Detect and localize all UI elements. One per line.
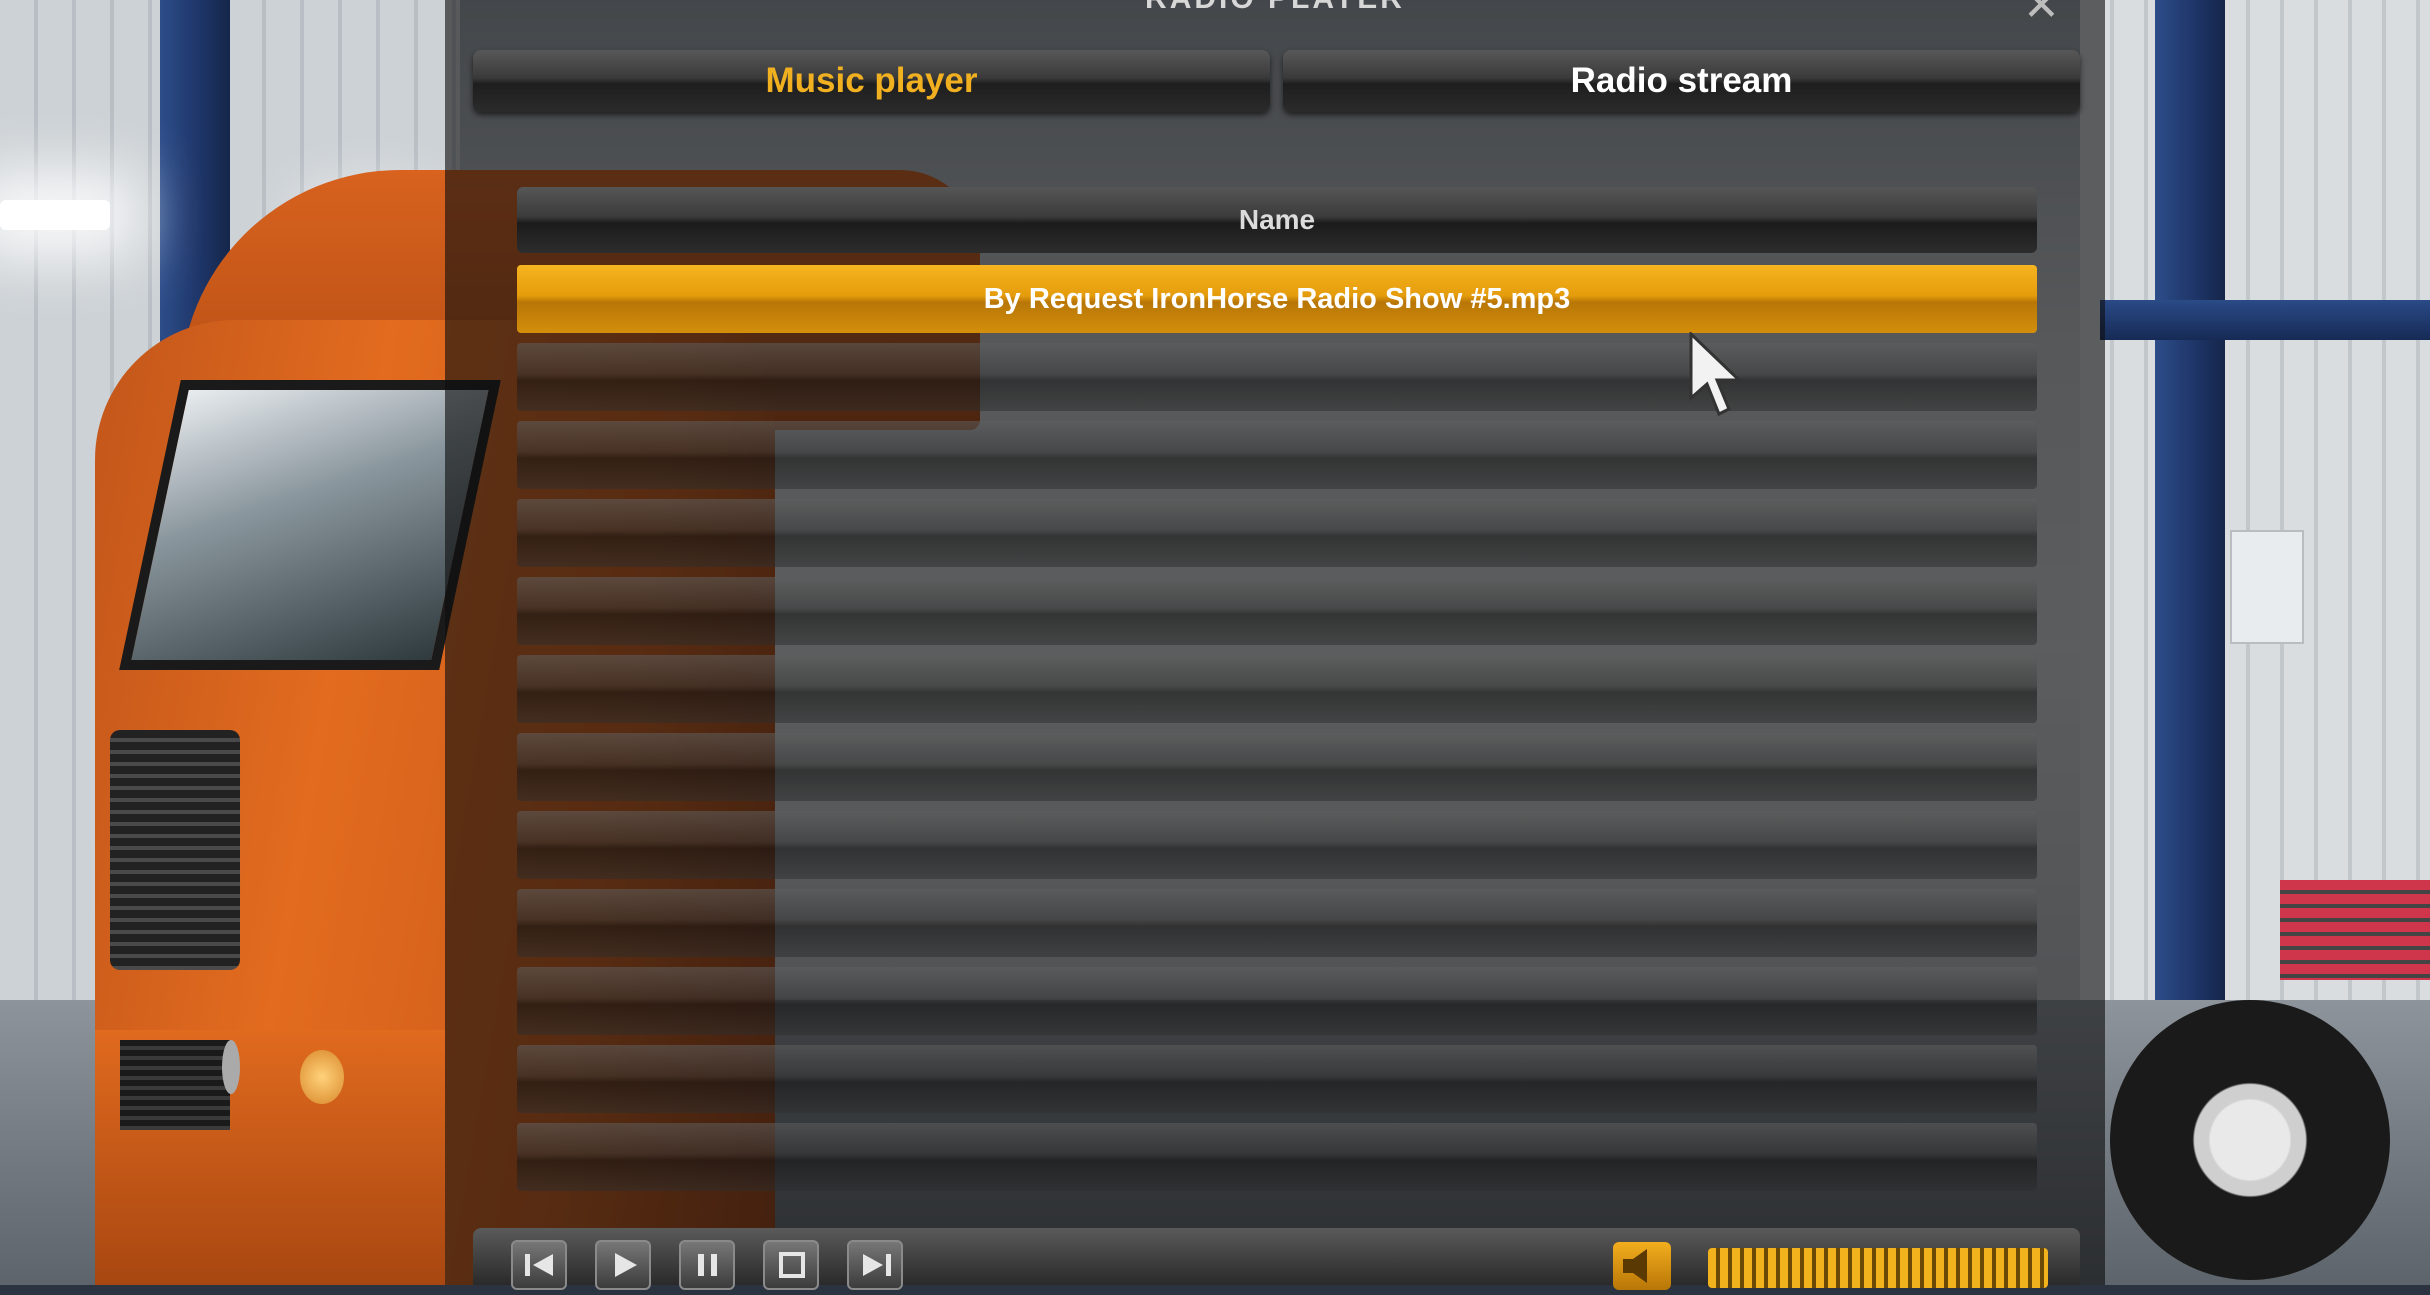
tab-music-player[interactable]: Music player — [473, 50, 1270, 112]
panel-title: RADIO PLAYER — [445, 0, 2105, 16]
pause-icon — [698, 1254, 717, 1276]
steel-column — [2155, 0, 2225, 1000]
column-header-name[interactable]: Name — [517, 187, 2037, 253]
tab-radio-stream[interactable]: Radio stream — [1283, 50, 2080, 112]
track-row[interactable] — [517, 1045, 2037, 1113]
track-row[interactable] — [517, 889, 2037, 957]
previous-icon — [525, 1254, 553, 1276]
mouse-cursor-icon — [1689, 332, 1743, 417]
track-row-selected[interactable]: By Request IronHorse Radio Show #5.mp3 — [517, 265, 2037, 333]
track-row[interactable] — [517, 421, 2037, 489]
parts-shelf — [2280, 880, 2430, 980]
electrical-box — [2230, 530, 2304, 644]
speaker-icon — [1623, 1249, 1647, 1283]
radio-player-panel: RADIO PLAYER ✕ Music player Radio stream… — [445, 0, 2105, 1290]
stop-button[interactable] — [763, 1240, 819, 1290]
track-row[interactable] — [517, 343, 2037, 411]
stop-icon — [779, 1252, 805, 1278]
truck-wheel — [2110, 1000, 2390, 1280]
play-button[interactable] — [595, 1240, 651, 1290]
track-row[interactable] — [517, 967, 2037, 1035]
previous-button[interactable] — [511, 1240, 567, 1290]
track-row[interactable] — [517, 499, 2037, 567]
track-list: Name By Request IronHorse Radio Show #5.… — [517, 187, 2037, 1201]
truck-windshield — [119, 380, 501, 670]
volume-slider[interactable] — [1708, 1248, 2048, 1288]
truck-bumper-grille — [120, 1040, 230, 1130]
volume-button[interactable] — [1613, 1242, 1671, 1290]
truck-headlight — [300, 1050, 344, 1104]
ceiling-light — [0, 200, 110, 230]
pause-button[interactable] — [679, 1240, 735, 1290]
truck-grille — [110, 730, 240, 970]
close-icon[interactable]: ✕ — [2023, 0, 2060, 28]
track-row[interactable] — [517, 655, 2037, 723]
truck-marker-light — [222, 1040, 240, 1094]
steel-beam — [2100, 300, 2430, 340]
volume-level-fill — [1708, 1248, 2048, 1288]
track-row[interactable] — [517, 577, 2037, 645]
track-row[interactable] — [517, 811, 2037, 879]
play-icon — [615, 1253, 637, 1277]
next-icon — [863, 1254, 891, 1276]
track-row[interactable] — [517, 1123, 2037, 1191]
next-button[interactable] — [847, 1240, 903, 1290]
track-row[interactable] — [517, 733, 2037, 801]
playback-controls — [473, 1228, 2080, 1290]
